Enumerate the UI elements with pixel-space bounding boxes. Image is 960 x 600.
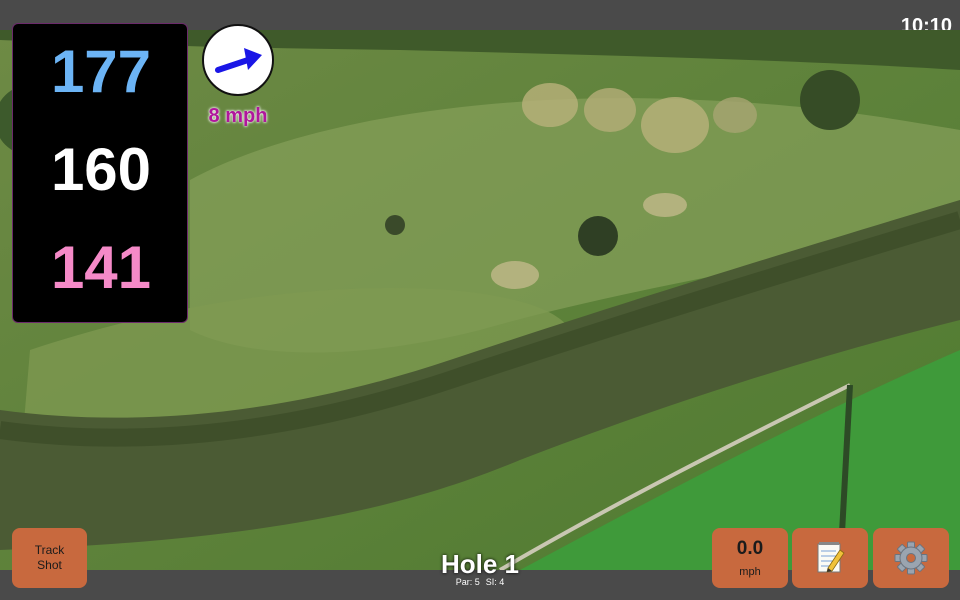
distance-middle: 160 bbox=[50, 136, 152, 203]
hole-meta: Par: 5 SI: 4 bbox=[380, 577, 580, 587]
wind-speed-button[interactable]: 0.0 mph bbox=[712, 528, 788, 588]
settings-button[interactable] bbox=[873, 528, 949, 588]
distance-back: 177 bbox=[50, 38, 152, 105]
gear-icon bbox=[894, 541, 928, 575]
distance-front: 141 bbox=[50, 234, 152, 301]
track-shot-label-line2: Shot bbox=[37, 558, 62, 572]
hole-stroke-index: SI: 4 bbox=[485, 577, 505, 587]
track-shot-button[interactable]: Track Shot bbox=[12, 528, 87, 588]
wind-readout-unit: mph bbox=[739, 566, 761, 578]
notes-button[interactable] bbox=[792, 528, 868, 588]
wind-readout-value: 0.0 bbox=[736, 538, 764, 559]
track-shot-label-line1: Track bbox=[34, 543, 65, 557]
notepad-pencil-icon bbox=[817, 542, 845, 573]
wind-direction-arrow-icon bbox=[215, 48, 262, 73]
distance-panel: 177 160 141 bbox=[12, 23, 188, 323]
hole-par: Par: 5 bbox=[455, 577, 480, 587]
wind-indicator bbox=[202, 24, 274, 96]
hole-title: Hole 1 bbox=[440, 549, 520, 579]
wind-speed-label: 8 mph bbox=[208, 105, 268, 127]
